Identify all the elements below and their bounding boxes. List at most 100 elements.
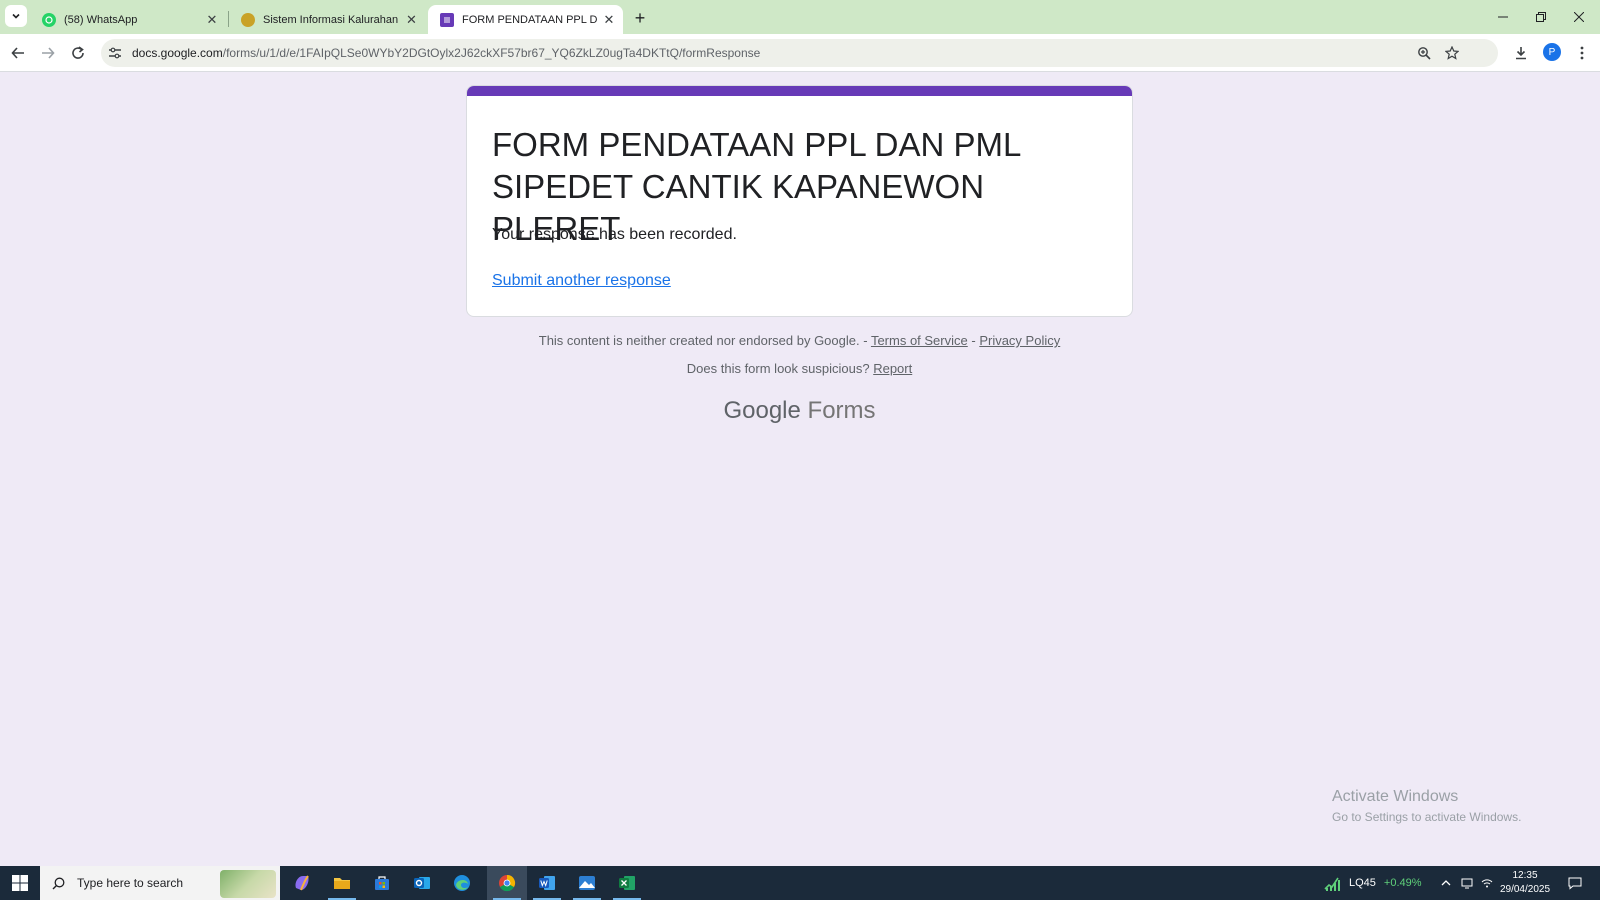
stock-change: +0.49% xyxy=(1383,877,1422,889)
downloads-button[interactable] xyxy=(1510,42,1532,64)
report-line: Does this form look suspicious? Report xyxy=(466,361,1133,376)
tab-search-button[interactable] xyxy=(5,5,27,27)
minimize-button[interactable] xyxy=(1484,0,1522,34)
taskbar-photos[interactable] xyxy=(567,866,607,900)
stock-widget[interactable]: LQ45 +0.49% xyxy=(1323,866,1422,900)
more-vert-icon xyxy=(1580,46,1584,60)
tab-title: (58) WhatsApp xyxy=(64,13,138,26)
forward-button[interactable] xyxy=(37,42,59,64)
restore-icon xyxy=(1536,12,1546,22)
chevron-down-icon xyxy=(12,13,20,19)
separator: - xyxy=(967,333,980,348)
confirmation-message: Your response has been recorded. xyxy=(492,226,737,243)
taskbar-clock[interactable]: 12:35 29/04/2025 xyxy=(1490,869,1560,897)
clock-time: 12:35 xyxy=(1512,870,1538,881)
tray-overflow-button[interactable] xyxy=(1440,866,1452,900)
url-text: docs.google.com/forms/u/1/d/e/1FAIpQLSe0… xyxy=(132,46,760,60)
url-path: /forms/u/1/d/e/1FAIpQLSe0WYbY2DGtOylx2J6… xyxy=(222,46,761,60)
back-button[interactable] xyxy=(7,42,29,64)
form-accent-bar xyxy=(467,86,1132,96)
word-icon xyxy=(539,876,555,890)
search-highlight-image xyxy=(220,870,276,898)
terms-of-service-link[interactable]: Terms of Service xyxy=(871,333,968,348)
tab-google-form[interactable]: FORM PENDATAAN PPL DAN PML ✕ xyxy=(428,5,623,34)
notification-center-button[interactable] xyxy=(1568,866,1582,900)
taskbar-search[interactable]: Type here to search xyxy=(40,866,280,900)
zoom-button[interactable] xyxy=(1413,42,1435,64)
close-window-button[interactable] xyxy=(1560,0,1598,34)
watermark-title: Activate Windows xyxy=(1332,788,1459,805)
taskbar-excel[interactable] xyxy=(607,866,647,900)
brand-google: Google xyxy=(723,397,801,424)
plus-icon: + xyxy=(634,7,646,28)
submit-another-response-link[interactable]: Submit another response xyxy=(492,272,671,290)
restore-button[interactable] xyxy=(1522,0,1560,34)
report-link[interactable]: Report xyxy=(873,361,912,376)
store-icon xyxy=(375,876,389,890)
chevron-up-icon xyxy=(1441,880,1451,886)
close-icon xyxy=(1574,12,1584,22)
clock-date: 29/04/2025 xyxy=(1499,884,1551,895)
new-tab-button[interactable]: + xyxy=(629,7,651,29)
zoom-icon xyxy=(1418,47,1431,60)
tray-meet-now[interactable] xyxy=(1461,866,1473,900)
taskbar-copilot[interactable] xyxy=(282,866,322,900)
taskbar: Type here to search LQ45 +0.49% 12:35 29… xyxy=(0,866,1600,900)
form-response-card: FORM PENDATAAN PPL DAN PML SIPEDET CANTI… xyxy=(466,85,1133,317)
taskbar-word[interactable] xyxy=(527,866,567,900)
chrome-icon xyxy=(499,874,516,892)
tab-sistem-informasi[interactable]: Sistem Informasi Kalurahan Pleret ✕ xyxy=(229,5,426,34)
taskbar-store[interactable] xyxy=(362,866,402,900)
stock-chart-icon xyxy=(1324,877,1340,891)
google-forms-icon xyxy=(440,12,454,27)
close-icon[interactable]: ✕ xyxy=(204,12,220,28)
profile-avatar[interactable]: P xyxy=(1543,43,1561,61)
kalurahan-logo-icon xyxy=(241,12,255,27)
activate-windows-watermark: Activate Windows Go to Settings to activ… xyxy=(1332,788,1521,824)
separator: - xyxy=(859,333,871,348)
taskbar-file-explorer[interactable] xyxy=(322,866,362,900)
brand-forms: Forms xyxy=(807,397,876,424)
search-icon xyxy=(52,877,65,889)
reload-icon xyxy=(72,46,84,59)
reload-button[interactable] xyxy=(67,42,89,64)
browser-toolbar: docs.google.com/forms/u/1/d/e/1FAIpQLSe0… xyxy=(0,34,1600,72)
windows-icon xyxy=(12,875,28,891)
address-bar[interactable]: docs.google.com/forms/u/1/d/e/1FAIpQLSe0… xyxy=(101,39,1498,67)
arrow-left-icon xyxy=(11,47,24,59)
bookmark-button[interactable] xyxy=(1441,42,1463,64)
menu-button[interactable] xyxy=(1571,42,1593,64)
close-icon[interactable]: ✕ xyxy=(405,12,418,28)
google-forms-logo[interactable]: Google Forms xyxy=(466,397,1133,425)
taskbar-chrome[interactable] xyxy=(487,866,527,900)
disclaimer: This content is neither created nor endo… xyxy=(466,333,1133,348)
outlook-icon xyxy=(414,877,430,889)
minimize-icon xyxy=(1498,16,1508,18)
site-info-button[interactable] xyxy=(104,42,126,64)
tab-strip: (58) WhatsApp ✕ Sistem Informasi Kalurah… xyxy=(0,0,1600,34)
taskbar-edge[interactable] xyxy=(442,866,482,900)
watermark-subtitle: Go to Settings to activate Windows. xyxy=(1332,810,1522,824)
close-icon[interactable]: ✕ xyxy=(603,12,615,28)
device-icon xyxy=(1461,878,1473,889)
whatsapp-icon xyxy=(42,12,56,27)
copilot-icon xyxy=(295,875,309,891)
notification-icon xyxy=(1568,877,1582,890)
photos-icon xyxy=(579,876,595,890)
arrow-right-icon xyxy=(42,47,55,59)
suspicious-text: Does this form look suspicious? xyxy=(686,361,870,376)
start-button[interactable] xyxy=(0,866,40,900)
star-icon xyxy=(1445,46,1459,60)
excel-icon xyxy=(619,876,635,890)
url-host: docs.google.com xyxy=(132,46,223,60)
search-placeholder: Type here to search xyxy=(77,876,184,890)
tab-title: FORM PENDATAAN PPL DAN PML xyxy=(462,13,597,26)
stock-name: LQ45 xyxy=(1349,877,1376,889)
privacy-policy-link[interactable]: Privacy Policy xyxy=(979,333,1060,348)
tab-whatsapp[interactable]: (58) WhatsApp ✕ xyxy=(30,5,228,34)
tune-icon xyxy=(109,47,121,59)
disclaimer-text: This content is neither created nor endo… xyxy=(538,333,860,348)
file-explorer-icon xyxy=(334,878,350,889)
tab-title: Sistem Informasi Kalurahan Pleret xyxy=(263,13,399,26)
taskbar-outlook[interactable] xyxy=(402,866,442,900)
